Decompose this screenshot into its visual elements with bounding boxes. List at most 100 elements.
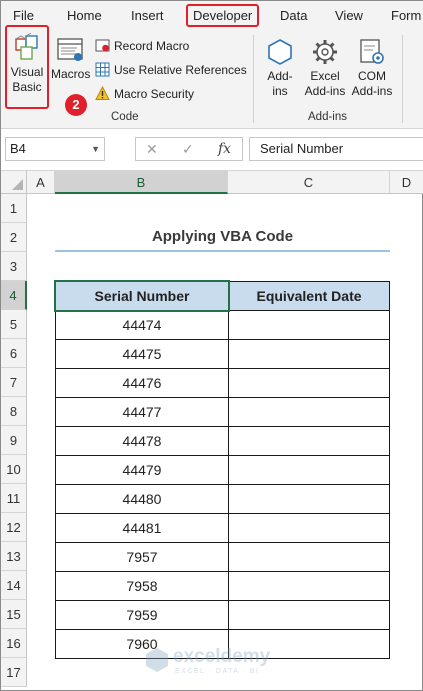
tab-view[interactable]: View: [335, 8, 363, 23]
sheet-title: Applying VBA Code: [55, 224, 390, 252]
ribbon-tab-bar: File Home Insert Developer Data View For…: [1, 1, 423, 31]
gear-icon: [313, 40, 337, 64]
add-ins-label-2: ins: [272, 84, 288, 98]
formula-controls: ✕ ✓ fx: [135, 137, 243, 161]
table-header-equivalent-date[interactable]: Equivalent Date: [228, 281, 390, 311]
equivalent-date-cell[interactable]: [228, 368, 390, 398]
relative-references-icon: [95, 62, 110, 77]
serial-number-cell[interactable]: 44481: [55, 513, 229, 543]
equivalent-date-cell[interactable]: [228, 426, 390, 456]
exceldemy-logo-icon: [146, 648, 168, 672]
excel-add-ins-label-1: Excel: [310, 69, 340, 83]
equivalent-date-cell[interactable]: [228, 397, 390, 427]
group-separator-2: [402, 35, 403, 123]
macro-security-button[interactable]: Macro Security: [95, 85, 194, 103]
group-separator: [253, 35, 254, 123]
insert-function-icon[interactable]: fx: [218, 141, 231, 157]
formula-input[interactable]: Serial Number: [249, 137, 423, 161]
exceldemy-watermark: exceldemy EXCEL · DATA · BI: [143, 644, 293, 680]
tab-file[interactable]: File: [13, 8, 34, 23]
row-header-15[interactable]: 15: [1, 600, 27, 629]
row-header-14[interactable]: 14: [1, 571, 27, 600]
equivalent-date-cell[interactable]: [228, 542, 390, 572]
serial-number-cell[interactable]: 44480: [55, 484, 229, 514]
worksheet-grid: A B C D 1 2 3 4 5 6 7 8 9 10 11 12 13 14 15 16 17 Applyi…: [1, 171, 423, 691]
column-header-c[interactable]: C: [228, 171, 390, 194]
tab-formulas[interactable]: Form: [391, 8, 421, 23]
visual-basic-label-2: Basic: [12, 80, 42, 94]
row-header-12[interactable]: 12: [1, 513, 27, 542]
add-ins-icon: [268, 39, 292, 65]
add-ins-button[interactable]: Add- ins: [259, 37, 301, 99]
enter-icon[interactable]: ✓: [182, 141, 194, 158]
equivalent-date-cell[interactable]: [228, 484, 390, 514]
visual-basic-icon: [15, 33, 38, 60]
use-relative-references-label: Use Relative References: [114, 63, 247, 77]
serial-number-cell[interactable]: 7957: [55, 542, 229, 572]
watermark-name: exceldemy: [173, 646, 271, 667]
tab-developer[interactable]: Developer: [186, 4, 260, 27]
row-header-10[interactable]: 10: [1, 455, 27, 484]
macros-button[interactable]: Macros: [51, 37, 90, 82]
excel-window: File Home Insert Developer Data View For…: [0, 0, 423, 691]
equivalent-date-cell[interactable]: [228, 571, 390, 601]
record-macro-button[interactable]: Record Macro: [95, 37, 189, 55]
name-box-value: B4: [10, 141, 26, 156]
step-2-badge: 2: [65, 94, 87, 116]
table-header-serial-number[interactable]: Serial Number: [54, 280, 230, 312]
code-group-label: Code: [111, 111, 139, 123]
equivalent-date-cell[interactable]: [228, 339, 390, 369]
row-header-9[interactable]: 9: [1, 426, 27, 455]
row-header-2[interactable]: 2: [1, 223, 27, 252]
serial-number-cell[interactable]: 44476: [55, 368, 229, 398]
serial-number-cell[interactable]: 7958: [55, 571, 229, 601]
serial-number-cell[interactable]: 44477: [55, 397, 229, 427]
equivalent-date-cell[interactable]: [228, 310, 390, 340]
row-header-7[interactable]: 7: [1, 368, 27, 397]
serial-number-cell[interactable]: 44478: [55, 426, 229, 456]
column-header-a[interactable]: A: [27, 171, 55, 194]
ribbon-developer: Visual Basic Macros 2 Record Macro Use R…: [1, 25, 423, 129]
column-header-b[interactable]: B: [55, 171, 228, 194]
row-header-13[interactable]: 13: [1, 542, 27, 571]
macro-security-label: Macro Security: [114, 87, 195, 101]
row-header-5[interactable]: 5: [1, 310, 27, 339]
row-header-3[interactable]: 3: [1, 252, 27, 281]
row-header-1[interactable]: 1: [1, 194, 27, 223]
cancel-icon[interactable]: ✕: [146, 141, 158, 158]
row-header-11[interactable]: 11: [1, 484, 27, 513]
column-header-d[interactable]: D: [390, 171, 423, 194]
serial-number-cell[interactable]: 44474: [55, 310, 229, 340]
excel-add-ins-button[interactable]: Excel Add-ins: [301, 37, 349, 99]
row-header-16[interactable]: 16: [1, 629, 27, 658]
com-add-ins-label-1: COM: [358, 69, 386, 83]
tab-data[interactable]: Data: [280, 8, 307, 23]
com-add-ins-button[interactable]: COM Add-ins: [349, 37, 395, 99]
visual-basic-label-1: Visual: [10, 65, 44, 79]
name-box[interactable]: B4 ▼: [5, 137, 105, 161]
serial-number-cell[interactable]: 44479: [55, 455, 229, 485]
record-macro-label: Record Macro: [114, 39, 190, 53]
warning-icon: [95, 86, 110, 100]
row-header-4[interactable]: 4: [1, 281, 27, 310]
row-header-17[interactable]: 17: [1, 658, 27, 687]
row-header-6[interactable]: 6: [1, 339, 27, 368]
visual-basic-button[interactable]: Visual Basic: [7, 33, 47, 95]
formula-bar: B4 ▼ ✕ ✓ fx Serial Number: [1, 129, 423, 171]
record-macro-icon: [95, 39, 110, 52]
serial-number-cell[interactable]: 7959: [55, 600, 229, 630]
serial-number-cell[interactable]: 44475: [55, 339, 229, 369]
add-ins-group-label: Add-ins: [308, 111, 347, 123]
select-all-corner[interactable]: [1, 171, 27, 194]
equivalent-date-cell[interactable]: [228, 513, 390, 543]
equivalent-date-cell[interactable]: [228, 455, 390, 485]
chevron-down-icon[interactable]: ▼: [91, 138, 100, 160]
tab-insert[interactable]: Insert: [131, 8, 164, 23]
equivalent-date-cell[interactable]: [228, 600, 390, 630]
add-ins-label-1: Add-: [267, 69, 293, 83]
excel-add-ins-label-2: Add-ins: [304, 84, 346, 98]
use-relative-references-button[interactable]: Use Relative References: [95, 61, 247, 79]
tab-home[interactable]: Home: [67, 8, 102, 23]
row-header-8[interactable]: 8: [1, 397, 27, 426]
com-add-ins-icon: [360, 39, 384, 64]
